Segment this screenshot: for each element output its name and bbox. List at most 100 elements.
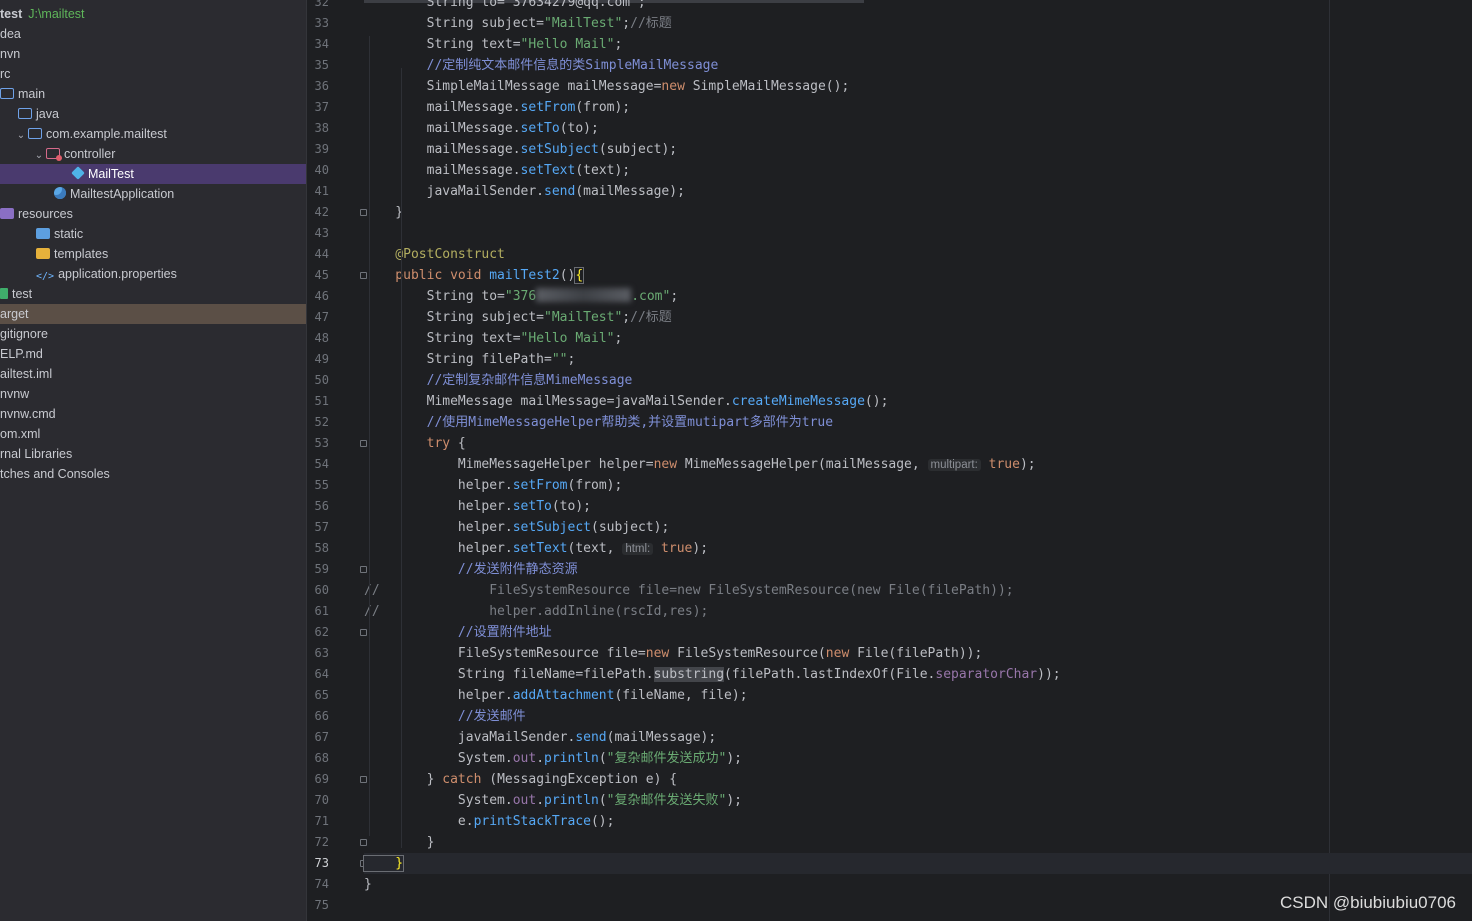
code-token: "376 [504,289,537,304]
tree-item[interactable]: ⌄ controller [0,144,306,164]
code-token: setTo [512,499,552,514]
code-line[interactable]: SimpleMailMessage mailMessage=new Simple… [364,76,850,97]
code-line[interactable]: System.out.println("复杂邮件发送失败"); [364,790,742,811]
chevron-down-icon[interactable]: ⌄ [14,126,28,146]
code-token: System. [364,751,513,766]
code-token: //定制纯文本邮件信息的类SimpleMailMessage [364,58,719,73]
tree-item[interactable]: </> application.properties [0,264,306,284]
code-token: (to); [559,121,599,136]
code-token: mailMessage. [364,163,521,178]
line-number: 66 [314,709,329,723]
code-line[interactable]: } [364,874,372,895]
code-line[interactable]: //发送附件静态资源 [364,559,578,580]
code-line[interactable]: //定制纯文本邮件信息的类SimpleMailMessage [364,55,719,76]
code-line[interactable]: helper.addAttachment(fileName, file); [364,685,748,706]
tree-item[interactable]: nvn [0,44,306,64]
code-line[interactable]: //使用MimeMessageHelper帮助类,并设置mutipart多部件为… [364,412,833,433]
code-token: SimpleMailMessage mailMessage= [364,79,662,94]
tree-item[interactable]: rc [0,64,306,84]
tree-item[interactable]: rnal Libraries [0,444,306,464]
tree-item[interactable]: main [0,84,306,104]
tree-item[interactable]: dea [0,24,306,44]
tree-item[interactable]: static [0,224,306,244]
code-line[interactable]: String to="376 .com"; [364,286,678,307]
code-line[interactable]: try { [364,433,466,454]
code-token: createMimeMessage [731,394,865,409]
tree-item[interactable]: MailTest [0,164,306,184]
code-line[interactable]: String fileName=filePath.substring(fileP… [364,664,1061,685]
code-line[interactable]: mailMessage.setSubject(subject); [364,139,678,160]
tree-item[interactable]: MailtestApplication [0,184,306,204]
line-number: 61 [314,604,329,618]
tree-item-label: resources [18,207,73,221]
chevron-down-icon[interactable]: ⌄ [32,146,46,166]
code-token: ); [1019,457,1036,472]
code-token: ( [598,793,607,808]
code-line[interactable]: //发送邮件 [364,706,526,727]
line-number: 54 [314,457,329,471]
code-line[interactable]: } [364,832,435,853]
line-number: 71 [314,814,329,828]
code-line[interactable]: // FileSystemResource file=new FileSyste… [364,580,1014,601]
code-line[interactable]: String text="Hello Mail"; [364,34,623,55]
tree-item[interactable]: om.xml [0,424,306,444]
line-number: 60 [314,583,329,597]
code-token: new [645,646,670,661]
tree-item[interactable]: gitignore [0,324,306,344]
code-line[interactable]: FileSystemResource file=new FileSystemRe… [364,643,982,664]
code-line[interactable]: // helper.addInline(rscId,res); [364,601,708,622]
code-line[interactable]: javaMailSender.send(mailMessage); [364,727,716,748]
code-token: (mailMessage); [606,730,717,745]
code-line[interactable]: } catch (MessagingException e) { [364,769,677,790]
code-line[interactable]: mailMessage.setTo(to); [364,118,599,139]
code-line[interactable]: javaMailSender.send(mailMessage); [364,181,685,202]
code-token: String subject= [364,16,545,31]
code-line[interactable]: System.out.println("复杂邮件发送成功"); [364,748,742,769]
code-token: setSubject [520,142,599,157]
code-line[interactable]: helper.setSubject(subject); [364,517,669,538]
code-line[interactable]: String text="Hello Mail"; [364,328,623,349]
tree-item[interactable]: templates [0,244,306,264]
code-token: } [362,855,405,872]
code-token: ; [622,16,631,31]
tree-item[interactable]: ELP.md [0,344,306,364]
tree-item[interactable]: test J:\mailtest [0,4,306,24]
code-line[interactable]: } [362,853,405,874]
code-token: "Hello Mail" [520,37,615,52]
tree-item[interactable]: ⌄ com.example.mailtest [0,124,306,144]
code-line[interactable]: mailMessage.setFrom(from); [364,97,631,118]
code-line[interactable]: //设置附件地址 [364,622,552,643]
code-line[interactable]: String to="37634279@qq.com"; [364,0,646,13]
line-number: 65 [314,688,329,702]
tree-item[interactable]: java [0,104,306,124]
code-line[interactable]: //定制复杂邮件信息MimeMessage [364,370,633,391]
code-line[interactable]: helper.setText(text, html: true); [364,538,708,559]
code-editor[interactable]: String to="37634279@qq.com"; String subj… [362,0,1472,921]
code-token: e. [364,814,474,829]
code-line[interactable]: String subject="MailTest";//标题 [364,13,672,34]
code-line[interactable]: String subject="MailTest";//标题 [364,307,672,328]
tree-item[interactable]: ailtest.iml [0,364,306,384]
code-line[interactable]: String filePath=""; [364,349,576,370]
code-line[interactable]: mailMessage.setText(text); [364,160,631,181]
code-token: FileSystemResource file= [364,646,646,661]
code-line[interactable]: public void mailTest2(){ [364,265,585,286]
tree-item[interactable]: resources [0,204,306,224]
code-line[interactable]: helper.setTo(to); [364,496,591,517]
tree-item[interactable]: arget [0,304,306,324]
code-token: printStackTrace [473,814,591,829]
code-line[interactable]: @PostConstruct [364,244,505,265]
code-token: //使用MimeMessageHelper帮助类,并设置mutipart多部件为… [364,415,834,430]
code-line[interactable]: helper.setFrom(from); [364,475,622,496]
tree-item[interactable]: nvnw.cmd [0,404,306,424]
templates-folder-icon [36,248,50,259]
code-token: setFrom [520,100,576,115]
tree-item[interactable]: nvnw [0,384,306,404]
code-token: ); [692,541,709,556]
tree-item[interactable]: test [0,284,306,304]
code-token: setText [512,541,568,556]
code-line[interactable]: MimeMessageHelper helper=new MimeMessage… [364,454,1036,475]
tree-item-label: MailtestApplication [70,187,175,201]
tree-item[interactable]: tches and Consoles [0,464,306,484]
code-line[interactable]: MimeMessage mailMessage=javaMailSender.c… [364,391,889,412]
